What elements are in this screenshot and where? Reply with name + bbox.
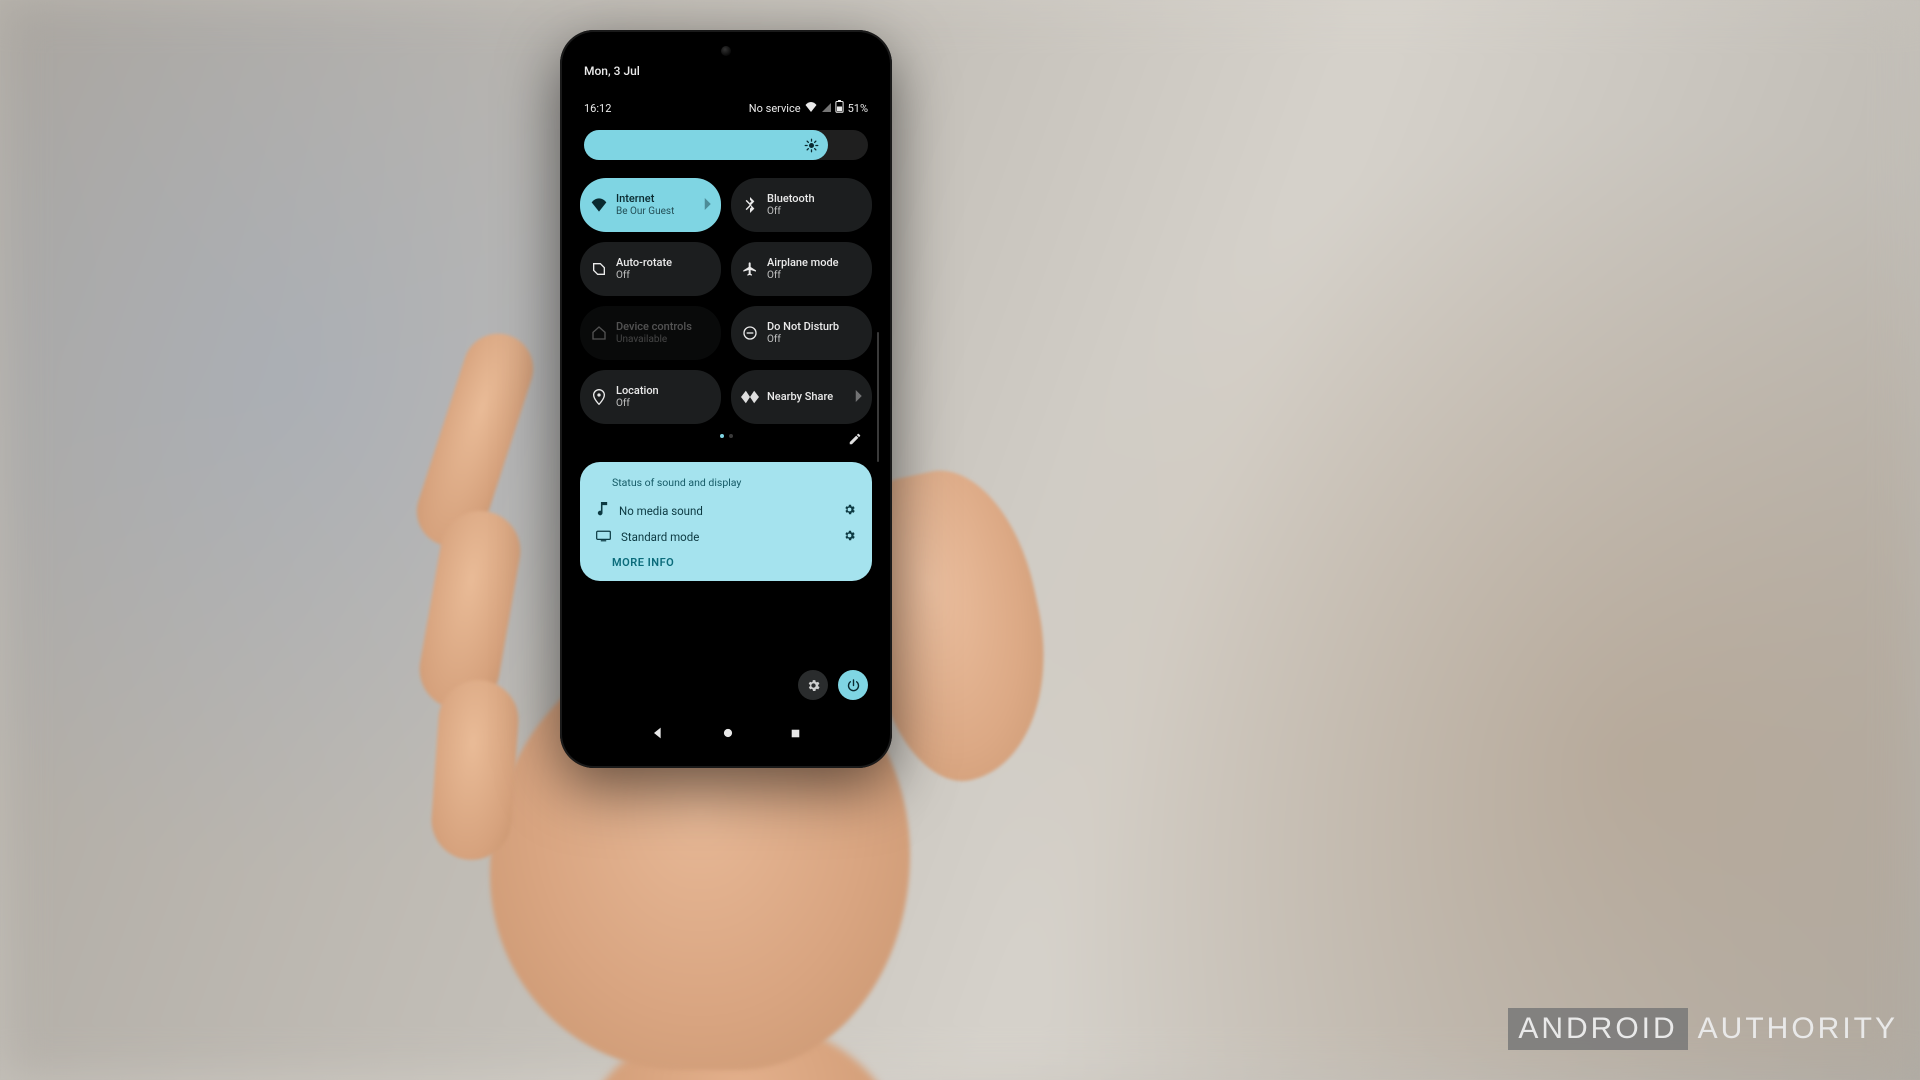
front-camera bbox=[721, 46, 731, 56]
tile-auto-rotate[interactable]: Auto-rotateOff bbox=[580, 242, 721, 296]
phone-frame: Mon, 3 Jul 16:12 No service 51% bbox=[560, 30, 892, 768]
nearby-icon bbox=[741, 390, 759, 404]
chevron-right-icon bbox=[854, 390, 862, 405]
tile-title: Airplane mode bbox=[767, 257, 839, 270]
status-time: 16:12 bbox=[584, 102, 611, 115]
tile-title: Nearby Share bbox=[767, 391, 833, 404]
location-icon bbox=[590, 389, 608, 405]
signal-icon bbox=[821, 102, 831, 115]
watermark-brand-box: ANDROID bbox=[1508, 1008, 1687, 1050]
photo-background bbox=[0, 0, 1920, 1080]
page-dot bbox=[729, 434, 733, 438]
battery-percent: 51% bbox=[848, 102, 868, 115]
card-row: Standard mode bbox=[596, 524, 856, 550]
settings-button[interactable] bbox=[798, 670, 828, 700]
tile-dnd[interactable]: Do Not DisturbOff bbox=[731, 306, 872, 360]
nav-recents-button[interactable] bbox=[789, 727, 802, 743]
tile-title: Do Not Disturb bbox=[767, 321, 839, 334]
card-row-text: No media sound bbox=[619, 504, 703, 518]
status-bar: 16:12 No service 51% bbox=[570, 100, 882, 116]
dnd-icon bbox=[741, 325, 759, 341]
music-icon bbox=[596, 502, 609, 519]
tile-bluetooth[interactable]: BluetoothOff bbox=[731, 178, 872, 232]
scroll-indicator bbox=[877, 332, 879, 462]
page-indicator bbox=[570, 434, 882, 438]
battery-icon bbox=[835, 100, 844, 116]
tile-subtitle: Off bbox=[616, 398, 659, 410]
tile-location[interactable]: LocationOff bbox=[580, 370, 721, 424]
sound-display-card: Status of sound and display No media sou… bbox=[580, 462, 872, 581]
tile-device-controls: Device controlsUnavailable bbox=[580, 306, 721, 360]
gear-icon bbox=[806, 678, 821, 693]
row-settings-button[interactable] bbox=[843, 503, 856, 519]
tile-subtitle: Off bbox=[616, 270, 672, 282]
brightness-fill bbox=[584, 130, 828, 160]
status-carrier: No service bbox=[749, 102, 801, 115]
tile-subtitle: Off bbox=[767, 334, 839, 346]
brightness-slider[interactable] bbox=[584, 130, 868, 160]
tile-airplane[interactable]: Airplane modeOff bbox=[731, 242, 872, 296]
card-row: No media sound bbox=[596, 497, 856, 524]
display-icon bbox=[596, 530, 611, 545]
edit-tiles-button[interactable] bbox=[848, 432, 862, 449]
nav-home-button[interactable] bbox=[721, 726, 735, 743]
tile-title: Internet bbox=[616, 193, 674, 206]
page-dot-active bbox=[720, 434, 724, 438]
tile-subtitle: Off bbox=[767, 270, 839, 282]
wifi-icon bbox=[590, 198, 608, 212]
card-title: Status of sound and display bbox=[612, 476, 856, 489]
chevron-right-icon bbox=[703, 198, 711, 213]
home-icon bbox=[590, 325, 608, 341]
card-row-text: Standard mode bbox=[621, 530, 699, 544]
power-icon bbox=[846, 678, 861, 693]
status-date: Mon, 3 Jul bbox=[584, 64, 640, 78]
nav-back-button[interactable] bbox=[650, 725, 666, 744]
more-info-link[interactable]: MORE INFO bbox=[612, 556, 856, 569]
row-settings-button[interactable] bbox=[843, 529, 856, 545]
rotate-icon bbox=[590, 261, 608, 277]
tile-title: Bluetooth bbox=[767, 193, 815, 206]
phone-screen: Mon, 3 Jul 16:12 No service 51% bbox=[570, 42, 882, 754]
tile-subtitle: Off bbox=[767, 206, 815, 218]
tile-internet[interactable]: InternetBe Our Guest bbox=[580, 178, 721, 232]
bluetooth-icon bbox=[741, 197, 759, 213]
tile-title: Device controls bbox=[616, 321, 692, 334]
watermark-brand-rest: AUTHORITY bbox=[1698, 1012, 1898, 1046]
airplane-icon bbox=[741, 261, 759, 277]
tile-nearby-share[interactable]: Nearby Share bbox=[731, 370, 872, 424]
navigation-bar bbox=[570, 725, 882, 744]
brightness-icon bbox=[804, 138, 819, 153]
wifi-icon bbox=[805, 102, 817, 115]
tile-subtitle: Unavailable bbox=[616, 334, 692, 346]
tile-title: Location bbox=[616, 385, 659, 398]
watermark: ANDROID AUTHORITY bbox=[1508, 1008, 1898, 1050]
power-button[interactable] bbox=[838, 670, 868, 700]
tile-title: Auto-rotate bbox=[616, 257, 672, 270]
tile-subtitle: Be Our Guest bbox=[616, 206, 674, 218]
quick-settings-grid: InternetBe Our GuestBluetoothOffAuto-rot… bbox=[580, 178, 872, 424]
